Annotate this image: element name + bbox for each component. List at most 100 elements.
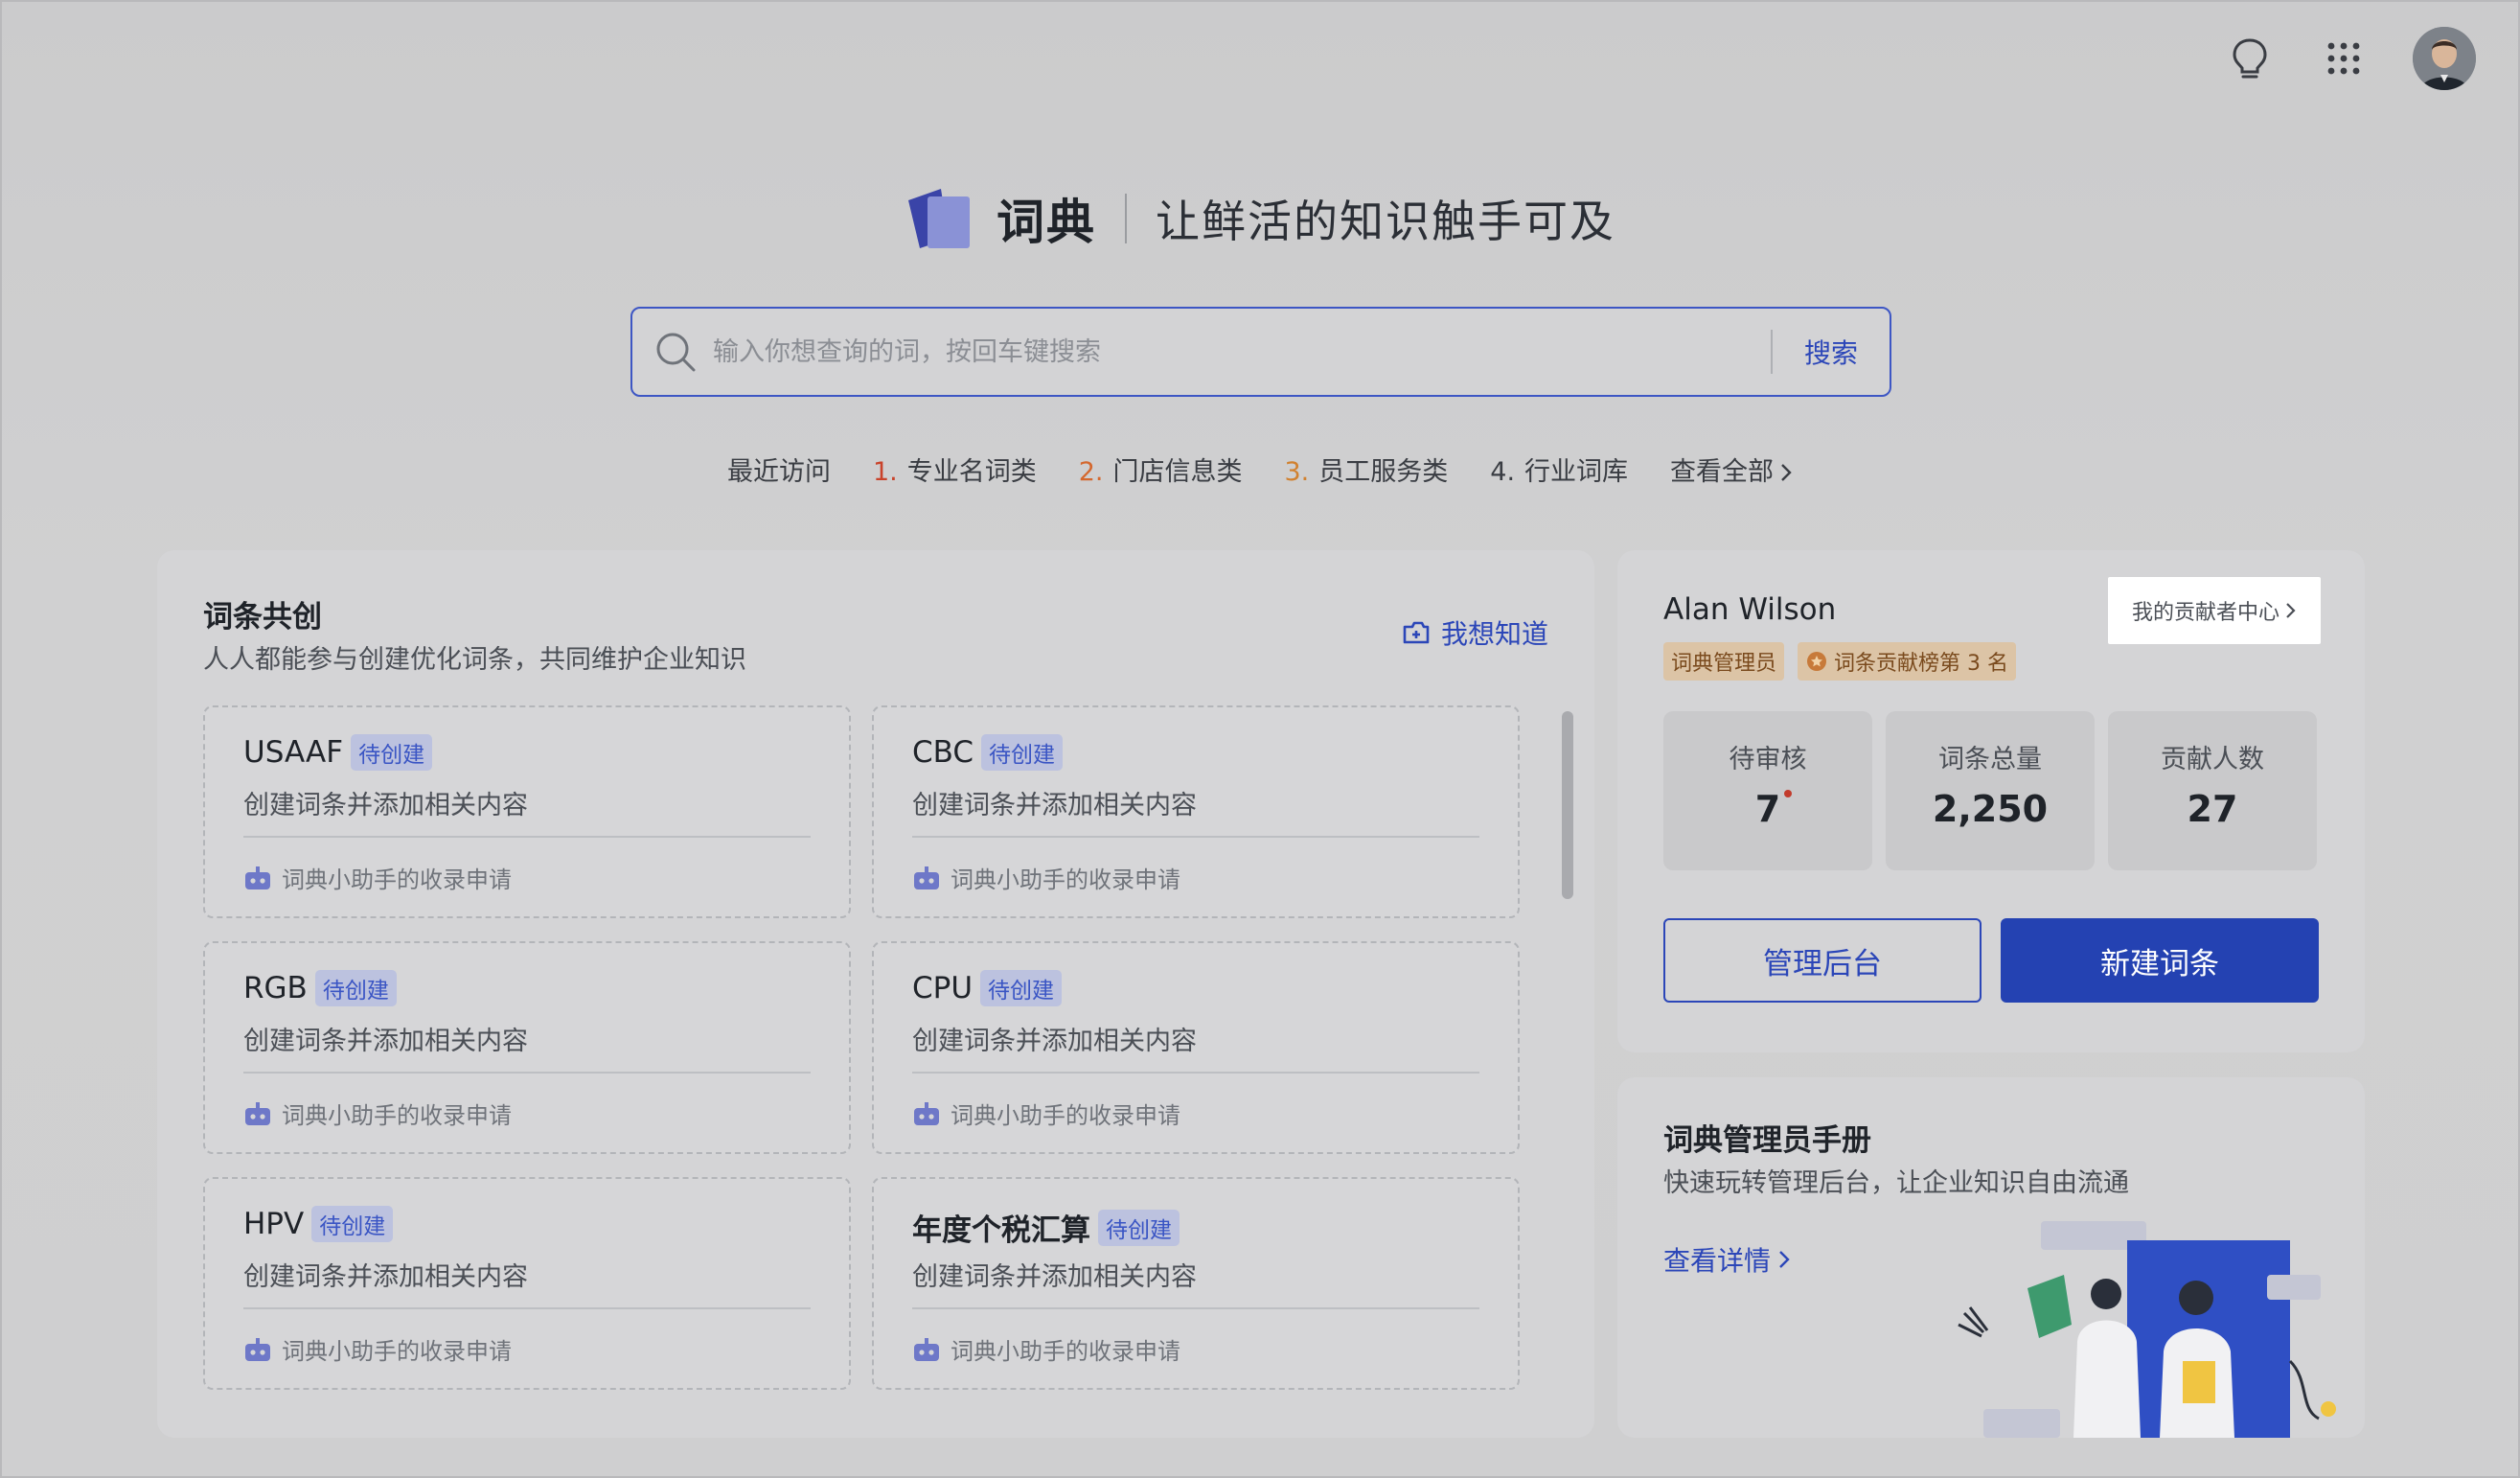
term-desc: 创建词条并添加相关内容 (243, 1027, 528, 1056)
dictionary-logo-icon (908, 189, 970, 248)
view-all-label: 查看全部 (1670, 457, 1775, 487)
recent-item-1[interactable]: 1. 专业名词类 (873, 450, 1037, 488)
stat-value: 2,250 (1932, 788, 2049, 830)
status-badge: 待创建 (1098, 1209, 1180, 1246)
robot-icon (914, 866, 939, 889)
chevron-right-icon (1779, 1251, 1790, 1268)
rank-badge-label: 词条贡献榜第 3 名 (1834, 652, 2008, 676)
stat-label: 待审核 (1729, 745, 1807, 774)
user-stats: 待审核 7 词条总量 2,250 贡献人数 27 (1663, 711, 2317, 870)
cocreate-title: 词条共创 (203, 600, 322, 635)
recent-text: 员工服务类 (1318, 457, 1449, 487)
notification-dot (1784, 790, 1792, 797)
term-desc: 创建词条并添加相关内容 (243, 791, 528, 820)
view-all-link[interactable]: 查看全部 (1670, 450, 1793, 488)
view-details-label: 查看详情 (1663, 1245, 1772, 1277)
avatar[interactable] (2413, 27, 2476, 90)
term-source: 词典小助手的收录申请 (282, 866, 512, 893)
admin-console-button[interactable]: 管理后台 (1663, 918, 1982, 1003)
stat-pending-review[interactable]: 待审核 7 (1663, 711, 1872, 870)
term-desc: 创建词条并添加相关内容 (243, 1262, 528, 1292)
status-badge: 待创建 (351, 734, 433, 771)
cocreate-panel: 词条共创 人人都能参与创建优化词条，共同维护企业知识 我想知道 USAAF 待创建… (157, 550, 1594, 1438)
term-source: 词典小助手的收录申请 (951, 866, 1180, 893)
card-divider (912, 1072, 1479, 1074)
recent-num: 2. (1078, 457, 1104, 487)
admin-manual-panel: 词典管理员手册 快速玩转管理后台，让企业知识自由流通 查看详情 (1617, 1077, 2365, 1438)
search-bar: 搜索 (630, 307, 1891, 397)
recent-item-4[interactable]: 4. 行业词库 (1490, 450, 1628, 488)
lightbulb-icon[interactable] (2225, 34, 2275, 83)
term-name: CPU (912, 971, 974, 1005)
term-desc: 创建词条并添加相关内容 (912, 791, 1197, 820)
people-reading-illustration (1958, 1221, 2336, 1438)
chevron-right-icon (2286, 603, 2296, 618)
robot-icon (245, 866, 270, 889)
status-badge: 待创建 (311, 1206, 394, 1242)
role-badge: 词典管理员 (1663, 642, 1785, 681)
term-desc: 创建词条并添加相关内容 (912, 1027, 1197, 1056)
contributor-center-link[interactable]: 我的贡献者中心 (2108, 577, 2321, 644)
view-details-link[interactable]: 查看详情 (1663, 1240, 1790, 1279)
term-name: 年度个税汇算 (912, 1213, 1090, 1248)
robot-icon (245, 1337, 270, 1361)
card-divider (243, 1307, 811, 1309)
chevron-right-icon (1781, 464, 1792, 481)
term-card[interactable]: HPV 待创建 创建词条并添加相关内容 词典小助手的收录申请 (203, 1177, 851, 1390)
medal-icon (1807, 652, 1827, 671)
card-divider (243, 836, 811, 838)
stat-value: 7 (1754, 788, 1781, 830)
term-source: 词典小助手的收录申请 (951, 1338, 1180, 1365)
want-to-know-label: 我想知道 (1440, 618, 1548, 650)
recent-text: 门店信息类 (1112, 457, 1243, 487)
term-card[interactable]: CPU 待创建 创建词条并添加相关内容 词典小助手的收录申请 (872, 941, 1520, 1154)
term-name: RGB (243, 971, 308, 1005)
card-divider (243, 1072, 811, 1074)
brand-title: 词典 (997, 195, 1096, 250)
card-divider (912, 836, 1479, 838)
apps-grid-icon[interactable] (2319, 34, 2369, 83)
stat-contributors[interactable]: 贡献人数 27 (2108, 711, 2317, 870)
recent-num: 4. (1490, 457, 1516, 487)
recent-item-2[interactable]: 2. 门店信息类 (1079, 450, 1243, 488)
question-box-icon (1403, 621, 1430, 644)
app-window: 词典 让鲜活的知识触手可及 搜索 最近访问 1. 专业名词类 2. 门店信息类 3.… (0, 0, 2520, 1478)
term-card[interactable]: CBC 待创建 创建词条并添加相关内容 词典小助手的收录申请 (872, 705, 1520, 918)
cards-scrollbar[interactable] (1562, 711, 1573, 899)
stat-total-terms[interactable]: 词条总量 2,250 (1886, 711, 2095, 870)
term-card[interactable]: 年度个税汇算 待创建 创建词条并添加相关内容 词典小助手的收录申请 (872, 1177, 1520, 1390)
want-to-know-button[interactable]: 我想知道 (1401, 613, 1548, 652)
search-input[interactable] (713, 323, 1771, 381)
hero-header: 词典 让鲜活的知识触手可及 (2, 184, 2518, 253)
recent-num: 1. (872, 457, 898, 487)
robot-icon (914, 1337, 939, 1361)
status-badge: 待创建 (980, 970, 1063, 1006)
manual-title: 词典管理员手册 (1663, 1123, 1871, 1158)
new-term-button[interactable]: 新建词条 (2001, 918, 2319, 1003)
hero-divider (1125, 194, 1127, 243)
term-name: CBC (912, 735, 974, 770)
role-badge-label: 词典管理员 (1671, 652, 1777, 676)
user-name: Alan Wilson (1663, 592, 1837, 627)
slogan: 让鲜活的知识触手可及 (1156, 196, 1615, 247)
term-source: 词典小助手的收录申请 (951, 1102, 1180, 1129)
recent-text: 专业名词类 (906, 457, 1037, 487)
recent-text: 行业词库 (1524, 457, 1629, 487)
term-card[interactable]: USAAF 待创建 创建词条并添加相关内容 词典小助手的收录申请 (203, 705, 851, 918)
recent-num: 3. (1284, 457, 1310, 487)
stat-label: 词条总量 (1938, 745, 2042, 774)
search-button[interactable]: 搜索 (1773, 333, 1890, 371)
manual-subtitle: 快速玩转管理后台，让企业知识自由流通 (1663, 1168, 2129, 1198)
user-badges: 词典管理员 词条贡献榜第 3 名 (1663, 642, 2016, 681)
term-name: USAAF (243, 735, 344, 770)
recent-label: 最近访问 (726, 457, 831, 487)
term-name: HPV (243, 1207, 305, 1241)
term-card[interactable]: RGB 待创建 创建词条并添加相关内容 词典小助手的收录申请 (203, 941, 851, 1154)
recent-item-3[interactable]: 3. 员工服务类 (1285, 450, 1449, 488)
status-badge: 待创建 (981, 734, 1064, 771)
recent-visits: 最近访问 1. 专业名词类 2. 门店信息类 3. 员工服务类 4. 行业词库 查看全部 (2, 450, 2518, 488)
robot-icon (914, 1101, 939, 1125)
status-badge: 待创建 (314, 970, 397, 1006)
robot-icon (245, 1101, 270, 1125)
top-toolbar (2225, 27, 2476, 90)
